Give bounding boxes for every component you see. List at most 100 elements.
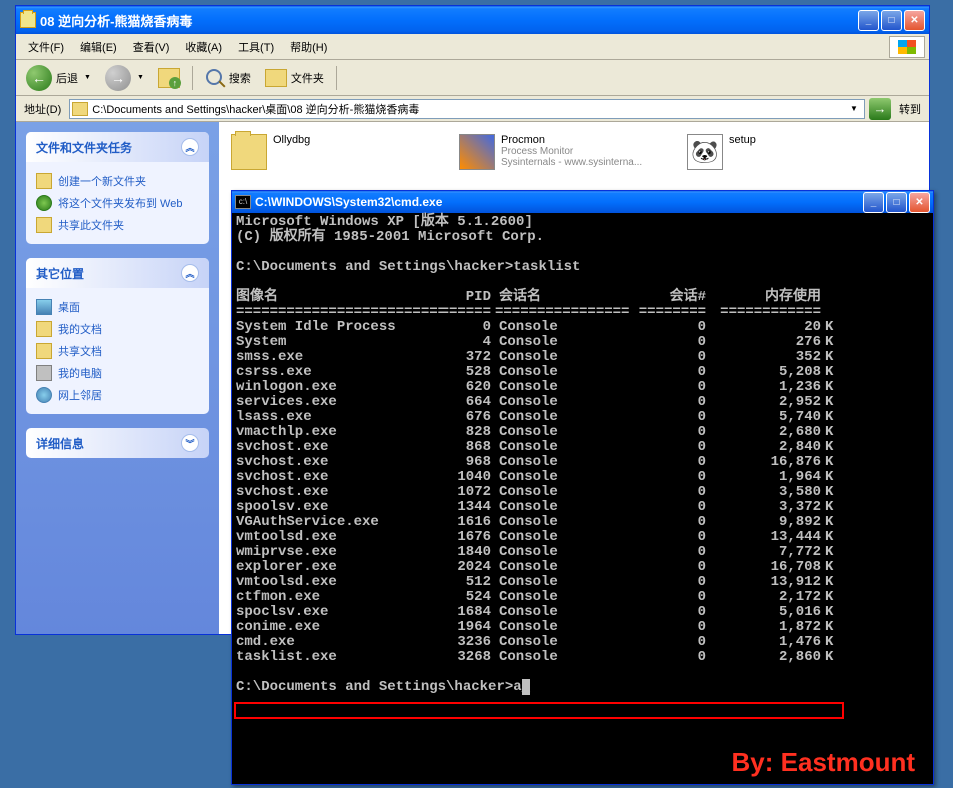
close-button[interactable]: ✕ <box>909 192 930 213</box>
proc-sid: 0 <box>566 590 706 605</box>
proc-session: Console <box>491 335 566 350</box>
proc-sid: 0 <box>566 425 706 440</box>
publish-link[interactable]: 将这个文件夹发布到 Web <box>36 192 199 214</box>
panel-title: 文件和文件夹任务 <box>36 139 132 156</box>
mem-unit: K <box>821 470 841 485</box>
menu-favorites[interactable]: 收藏(A) <box>177 36 230 58</box>
table-row: lsass.exe676Console05,740K <box>236 410 929 425</box>
panel-header[interactable]: 文件和文件夹任务 ︽ <box>26 132 209 162</box>
search-button[interactable]: 搜索 <box>199 64 257 92</box>
highlight-annotation <box>234 702 844 719</box>
mem-unit: K <box>821 515 841 530</box>
proc-pid: 3236 <box>431 635 491 650</box>
menubar: 文件(F) 编辑(E) 查看(V) 收藏(A) 工具(T) 帮助(H) <box>16 34 929 60</box>
expand-icon[interactable]: ︾ <box>181 434 199 452</box>
cmd-prompt: C:\Documents and Settings\hacker>tasklis… <box>236 260 929 275</box>
cmd-titlebar[interactable]: c:\ C:\WINDOWS\System32\cmd.exe _ □ ✕ <box>232 191 933 213</box>
back-button[interactable]: ← 后退 ▼ <box>20 61 97 95</box>
mem-unit: K <box>821 335 841 350</box>
proc-sid: 0 <box>566 440 706 455</box>
file-item-procmon[interactable]: Procmon Process Monitor Sysinternals - w… <box>459 134 679 170</box>
minimize-button[interactable]: _ <box>863 192 884 213</box>
desktop-icon <box>36 299 52 315</box>
proc-session: Console <box>491 395 566 410</box>
menu-edit[interactable]: 编辑(E) <box>72 36 125 58</box>
file-label: Ollydbg <box>273 134 310 146</box>
network-link[interactable]: 网上邻居 <box>36 384 199 406</box>
shared-link[interactable]: 共享文档 <box>36 340 199 362</box>
explorer-titlebar[interactable]: 08 逆向分析-熊猫烧香病毒 _ □ ✕ <box>16 6 929 34</box>
mydocs-link[interactable]: 我的文档 <box>36 318 199 340</box>
forward-button[interactable]: → ▼ <box>99 61 150 95</box>
separator <box>192 66 193 90</box>
proc-name: wmiprvse.exe <box>236 545 431 560</box>
table-row: VGAuthService.exe1616Console09,892K <box>236 515 929 530</box>
proc-pid: 372 <box>431 350 491 365</box>
mem-unit: K <box>821 380 841 395</box>
collapse-icon[interactable]: ︽ <box>181 264 199 282</box>
details-panel: 详细信息 ︾ <box>26 428 209 458</box>
mycomputer-link[interactable]: 我的电脑 <box>36 362 199 384</box>
proc-mem: 3,372 <box>706 500 821 515</box>
panel-header[interactable]: 详细信息 ︾ <box>26 428 209 458</box>
proc-mem: 2,680 <box>706 425 821 440</box>
mem-unit: K <box>821 650 841 665</box>
table-row: spoclsv.exe1684Console05,016K <box>236 605 929 620</box>
window-controls: _ □ ✕ <box>858 10 925 31</box>
computer-icon <box>36 365 52 381</box>
minimize-button[interactable]: _ <box>858 10 879 31</box>
up-button[interactable] <box>152 64 186 92</box>
windows-logo <box>889 36 925 58</box>
desktop-link[interactable]: 桌面 <box>36 296 199 318</box>
link-label: 将这个文件夹发布到 Web <box>58 195 182 211</box>
maximize-button[interactable]: □ <box>886 192 907 213</box>
maximize-button[interactable]: □ <box>881 10 902 31</box>
address-input[interactable]: C:\Documents and Settings\hacker\桌面\08 逆… <box>69 99 865 119</box>
cmd-output[interactable]: Microsoft Windows XP [版本 5.1.2600](C) 版权… <box>232 213 933 697</box>
folders-button[interactable]: 文件夹 <box>259 65 330 91</box>
proc-name: csrss.exe <box>236 365 431 380</box>
menu-file[interactable]: 文件(F) <box>20 36 72 58</box>
file-item-ollydbg[interactable]: Ollydbg <box>231 134 451 170</box>
close-button[interactable]: ✕ <box>904 10 925 31</box>
proc-sid: 0 <box>566 395 706 410</box>
proc-sid: 0 <box>566 560 706 575</box>
link-label: 我的电脑 <box>58 365 102 381</box>
proc-pid: 620 <box>431 380 491 395</box>
proc-mem: 276 <box>706 335 821 350</box>
back-label: 后退 <box>56 70 78 86</box>
table-row: services.exe664Console02,952K <box>236 395 929 410</box>
proc-pid: 1684 <box>431 605 491 620</box>
proc-session: Console <box>491 560 566 575</box>
link-label: 桌面 <box>58 299 80 315</box>
mem-unit: K <box>821 320 841 335</box>
share-link[interactable]: 共享此文件夹 <box>36 214 199 236</box>
table-row: conime.exe1964Console01,872K <box>236 620 929 635</box>
menu-view[interactable]: 查看(V) <box>125 36 178 58</box>
table-separator: ========================================… <box>236 305 929 320</box>
table-row: csrss.exe528Console05,208K <box>236 365 929 380</box>
mem-unit: K <box>821 410 841 425</box>
col-sid: 会话# <box>566 290 706 305</box>
mem-unit: K <box>821 365 841 380</box>
proc-mem: 16,708 <box>706 560 821 575</box>
col-mem: 内存使用 <box>706 290 821 305</box>
menu-help[interactable]: 帮助(H) <box>282 36 335 58</box>
network-icon <box>36 387 52 403</box>
proc-mem: 20 <box>706 320 821 335</box>
proc-mem: 7,772 <box>706 545 821 560</box>
file-item-setup[interactable]: 🐼 setup <box>687 134 907 170</box>
table-row: System Idle Process0Console020K <box>236 320 929 335</box>
folder-icon <box>231 134 267 170</box>
panel-header[interactable]: 其它位置 ︽ <box>26 258 209 288</box>
menu-tools[interactable]: 工具(T) <box>230 36 282 58</box>
dropdown-icon[interactable]: ▼ <box>846 104 862 113</box>
proc-mem: 5,016 <box>706 605 821 620</box>
go-button[interactable]: → <box>869 98 891 120</box>
mem-unit: K <box>821 455 841 470</box>
proc-sid: 0 <box>566 620 706 635</box>
new-folder-link[interactable]: 创建一个新文件夹 <box>36 170 199 192</box>
collapse-icon[interactable]: ︽ <box>181 138 199 156</box>
proc-name: cmd.exe <box>236 635 431 650</box>
proc-session: Console <box>491 545 566 560</box>
